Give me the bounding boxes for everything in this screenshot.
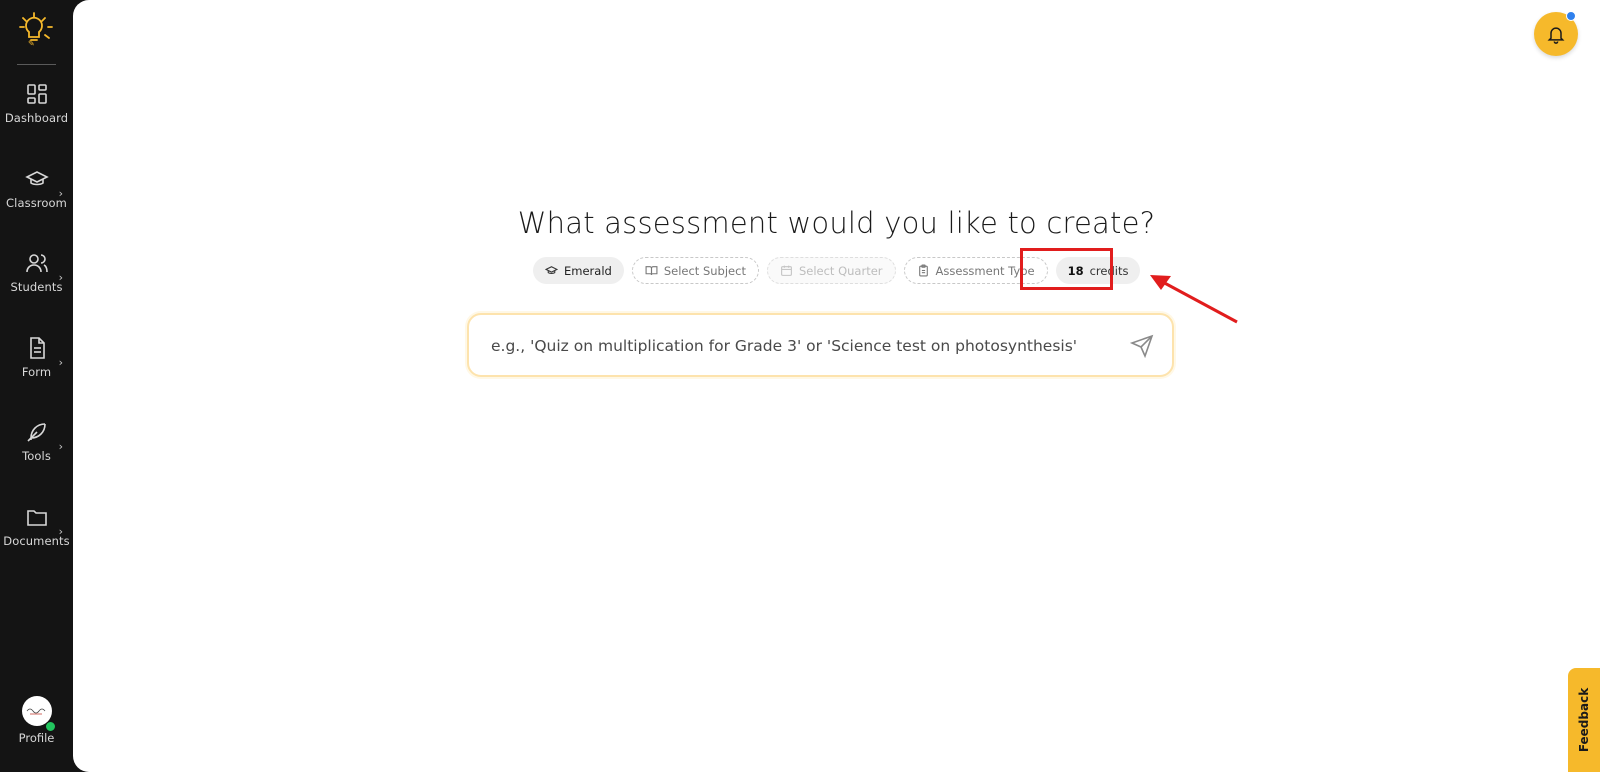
- clipboard-icon: [918, 264, 928, 277]
- assessment-prompt-input[interactable]: [489, 329, 1113, 363]
- dashboard-icon: [26, 84, 47, 104]
- assessment-prompt-box: [467, 313, 1174, 377]
- users-icon: [25, 254, 48, 273]
- calendar-icon: [781, 265, 792, 276]
- chevron-right-icon: ›: [58, 440, 63, 453]
- logo-divider: [17, 64, 56, 65]
- select-quarter-label: Select Quarter: [798, 263, 883, 278]
- feedback-tab[interactable]: Feedback: [1568, 668, 1600, 772]
- send-icon[interactable]: [1130, 334, 1154, 358]
- avatar-image: [26, 708, 45, 715]
- grade-chip[interactable]: Emerald: [533, 257, 624, 284]
- feedback-label: Feedback: [1577, 687, 1592, 753]
- graduation-cap-icon: [545, 266, 558, 275]
- sidebar-item-label: Students: [10, 280, 63, 294]
- chevron-right-icon: ›: [58, 525, 63, 538]
- sidebar: ✎ Dashboard Classroom › Students › Form …: [0, 0, 73, 772]
- document-icon: [29, 337, 45, 359]
- profile-button[interactable]: Profile: [0, 696, 73, 756]
- graduation-cap-icon: [24, 171, 49, 186]
- chevron-right-icon: ›: [58, 187, 63, 200]
- feather-icon: [26, 423, 46, 442]
- select-subject-label: Select Subject: [663, 263, 746, 278]
- chevron-right-icon: ›: [58, 271, 63, 284]
- main-content: What assessment would you like to create…: [73, 0, 1600, 772]
- sidebar-item-form[interactable]: Form ›: [0, 336, 73, 396]
- sidebar-item-label: Tools: [22, 449, 51, 463]
- page-title: What assessment would you like to create…: [517, 206, 1156, 240]
- folder-icon: [26, 510, 47, 526]
- select-subject-chip[interactable]: Select Subject: [631, 257, 759, 284]
- sidebar-item-label: Dashboard: [4, 111, 69, 125]
- sidebar-item-students[interactable]: Students ›: [0, 251, 73, 311]
- notifications-button[interactable]: [1534, 11, 1578, 56]
- lightbulb-logo-icon[interactable]: ✎: [19, 10, 55, 50]
- online-status-dot: [45, 721, 56, 732]
- sidebar-item-documents[interactable]: Documents ›: [0, 505, 73, 565]
- chevron-right-icon: ›: [58, 356, 63, 369]
- profile-label: Profile: [18, 731, 55, 745]
- book-open-icon: [645, 266, 658, 275]
- sidebar-item-label: Form: [21, 365, 52, 379]
- sidebar-item-dashboard[interactable]: Dashboard: [0, 82, 73, 142]
- select-quarter-chip[interactable]: Select Quarter: [766, 257, 896, 284]
- sidebar-item-classroom[interactable]: Classroom ›: [0, 167, 73, 227]
- sidebar-item-tools[interactable]: Tools ›: [0, 420, 73, 480]
- credits-highlight-box: [1020, 248, 1113, 290]
- notification-dot: [1566, 11, 1576, 21]
- svg-text:✎: ✎: [28, 39, 35, 48]
- bell-icon: [1547, 27, 1565, 44]
- grade-chip-label: Emerald: [564, 263, 612, 278]
